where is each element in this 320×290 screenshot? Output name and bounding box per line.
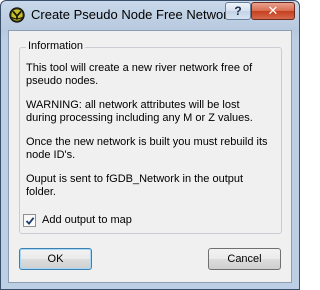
information-group: Information This tool will create a new …: [19, 40, 282, 234]
app-icon: [9, 7, 25, 23]
dialog-window: Create Pseudo Node Free Network ? ✕ Info…: [0, 0, 300, 290]
add-output-label[interactable]: Add output to map: [42, 214, 132, 227]
title-bar[interactable]: Create Pseudo Node Free Network ? ✕: [1, 1, 299, 29]
help-icon: ?: [234, 4, 242, 18]
cancel-button[interactable]: Cancel: [208, 248, 281, 270]
dialog-body: Information This tool will create a new …: [8, 30, 292, 283]
info-text-description: This tool will create a new river networ…: [26, 62, 253, 87]
help-button[interactable]: ?: [225, 2, 251, 20]
close-icon: ✕: [267, 3, 279, 18]
ok-button[interactable]: OK: [19, 248, 92, 270]
info-text-output: Ouput is sent to fGDB_Network in the out…: [26, 173, 244, 198]
info-text-warning: WARNING: all network attributes will be …: [26, 99, 253, 124]
info-text-rebuild: Once the new network is built you must r…: [26, 136, 268, 161]
information-group-label: Information: [26, 40, 86, 52]
add-output-checkbox[interactable]: [23, 214, 36, 227]
checkmark-icon: [25, 217, 35, 225]
close-button[interactable]: ✕: [251, 2, 295, 20]
window-title: Create Pseudo Node Free Network: [31, 7, 235, 22]
